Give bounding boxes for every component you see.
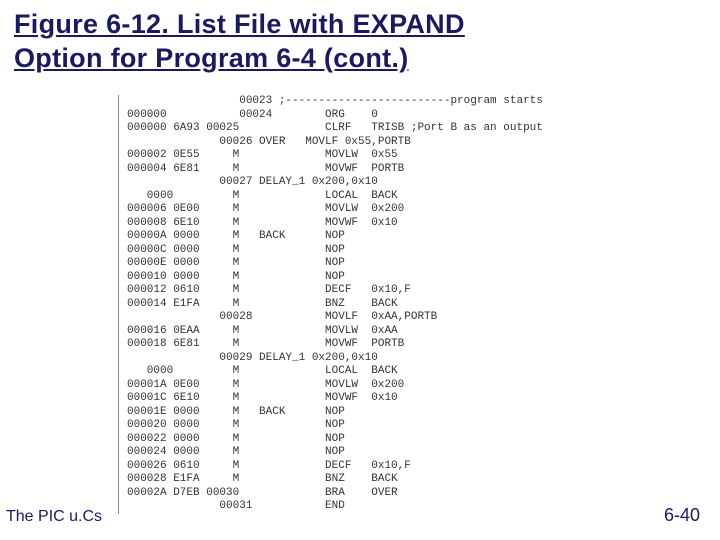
slide: Figure 6-12. List File with EXPAND Optio… (0, 0, 720, 540)
page-number: 6-40 (664, 505, 700, 526)
title-line-1: Figure 6-12. List File with EXPAND (14, 9, 465, 39)
listing-container: 00023 ;-------------------------program … (118, 95, 543, 514)
assembly-listing: 00023 ;-------------------------program … (127, 95, 543, 514)
figure-title: Figure 6-12. List File with EXPAND Optio… (14, 8, 706, 76)
footer-left: The PIC u.Cs (6, 508, 102, 526)
title-line-2: Option for Program 6-4 (cont.) (14, 43, 409, 73)
